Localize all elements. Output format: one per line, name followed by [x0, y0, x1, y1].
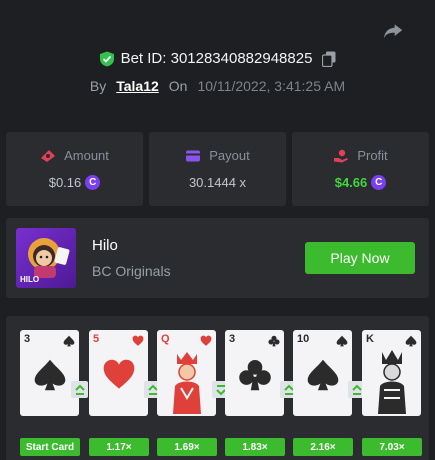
stat-amount: Amount $0.16 C — [6, 132, 143, 206]
multiplier-badge: 2.16× — [293, 438, 353, 456]
spade-icon — [307, 359, 339, 391]
stat-amount-value: $0.16 — [48, 175, 82, 190]
bet-id-row: Bet ID: 30128340882948825 — [0, 50, 435, 67]
wallet-icon — [186, 150, 201, 161]
queen-face-icon — [173, 352, 201, 414]
stat-payout-label: Payout — [209, 148, 250, 163]
share-icon[interactable] — [383, 22, 403, 40]
playing-card: Q — [157, 330, 216, 416]
multiplier-badge: 1.69× — [157, 438, 217, 456]
heart-icon — [103, 359, 135, 389]
card-step: 10 2.16× — [293, 330, 355, 456]
multiplier-badge: 7.03× — [362, 438, 422, 456]
game-provider: BC Originals — [92, 263, 171, 279]
card-step: 3 Start Card — [20, 330, 82, 456]
playing-card: K — [362, 330, 421, 416]
king-face-icon — [378, 350, 406, 414]
play-now-button[interactable]: Play Now — [305, 242, 415, 274]
coin-icon: C — [371, 175, 387, 190]
card-rank: 3 — [24, 333, 31, 345]
playing-card: 3 — [225, 330, 284, 416]
card-rank: 10 — [297, 333, 310, 345]
club-icon — [239, 360, 271, 391]
card-step: K 7.03× — [362, 330, 424, 456]
card-step: 5 1.17× — [89, 330, 151, 456]
game-title: Hilo — [92, 237, 118, 254]
stat-payout: Payout 30.1444 x — [149, 132, 286, 206]
hand-money-icon — [334, 149, 349, 162]
username-link[interactable]: Tala12 — [116, 78, 159, 94]
playing-card: 10 — [293, 330, 352, 416]
spade-icon — [405, 335, 417, 347]
multiplier-badge: 1.83× — [225, 438, 285, 456]
heart-icon — [200, 335, 212, 346]
multiplier-badge: 1.17× — [89, 438, 149, 456]
copy-icon[interactable] — [322, 51, 336, 67]
bet-stats: Amount $0.16 C Payout 30.1444 x Profit $… — [6, 132, 429, 206]
game-card: HILO Hilo BC Originals Play Now — [6, 218, 429, 298]
on-label: On — [168, 78, 188, 94]
multiplier-badge: Start Card — [20, 438, 80, 456]
stat-profit-value: $4.66 — [334, 175, 368, 190]
stat-profit-label: Profit — [357, 148, 388, 163]
card-history: 3 Start Card 5 1.17× Q 1.69× 3 1.83× 10 … — [6, 316, 429, 460]
by-label: By — [89, 78, 107, 94]
card-rank: 5 — [93, 333, 100, 345]
card-rank: 3 — [229, 333, 236, 345]
spade-icon — [34, 359, 66, 391]
shield-check-icon — [99, 51, 114, 66]
stat-profit: Profit $4.66 C — [292, 132, 429, 206]
spade-icon — [336, 335, 348, 347]
higher-arrow-icon — [71, 381, 88, 398]
heart-icon — [132, 335, 144, 346]
stat-amount-label: Amount — [64, 148, 109, 163]
bet-meta-row: By Tala12 On 10/11/2022, 3:41:25 AM — [0, 78, 435, 94]
game-thumbnail[interactable]: HILO — [16, 228, 76, 288]
card-step: 3 1.83× — [225, 330, 287, 456]
bet-id-text: Bet ID: 30128340882948825 — [120, 50, 313, 67]
coin-icon: C — [85, 175, 101, 190]
playing-card: 3 — [20, 330, 79, 416]
card-rank: K — [366, 333, 374, 345]
thumb-label: HILO — [20, 275, 40, 284]
playing-card: 5 — [89, 330, 148, 416]
bet-datetime: 10/11/2022, 3:41:25 AM — [197, 78, 346, 94]
money-icon — [41, 149, 56, 162]
club-icon — [268, 335, 280, 347]
card-rank: Q — [161, 333, 170, 345]
stat-payout-value: 30.1444 x — [188, 175, 247, 190]
spade-icon — [63, 335, 75, 347]
card-step: Q 1.69× — [157, 330, 219, 456]
